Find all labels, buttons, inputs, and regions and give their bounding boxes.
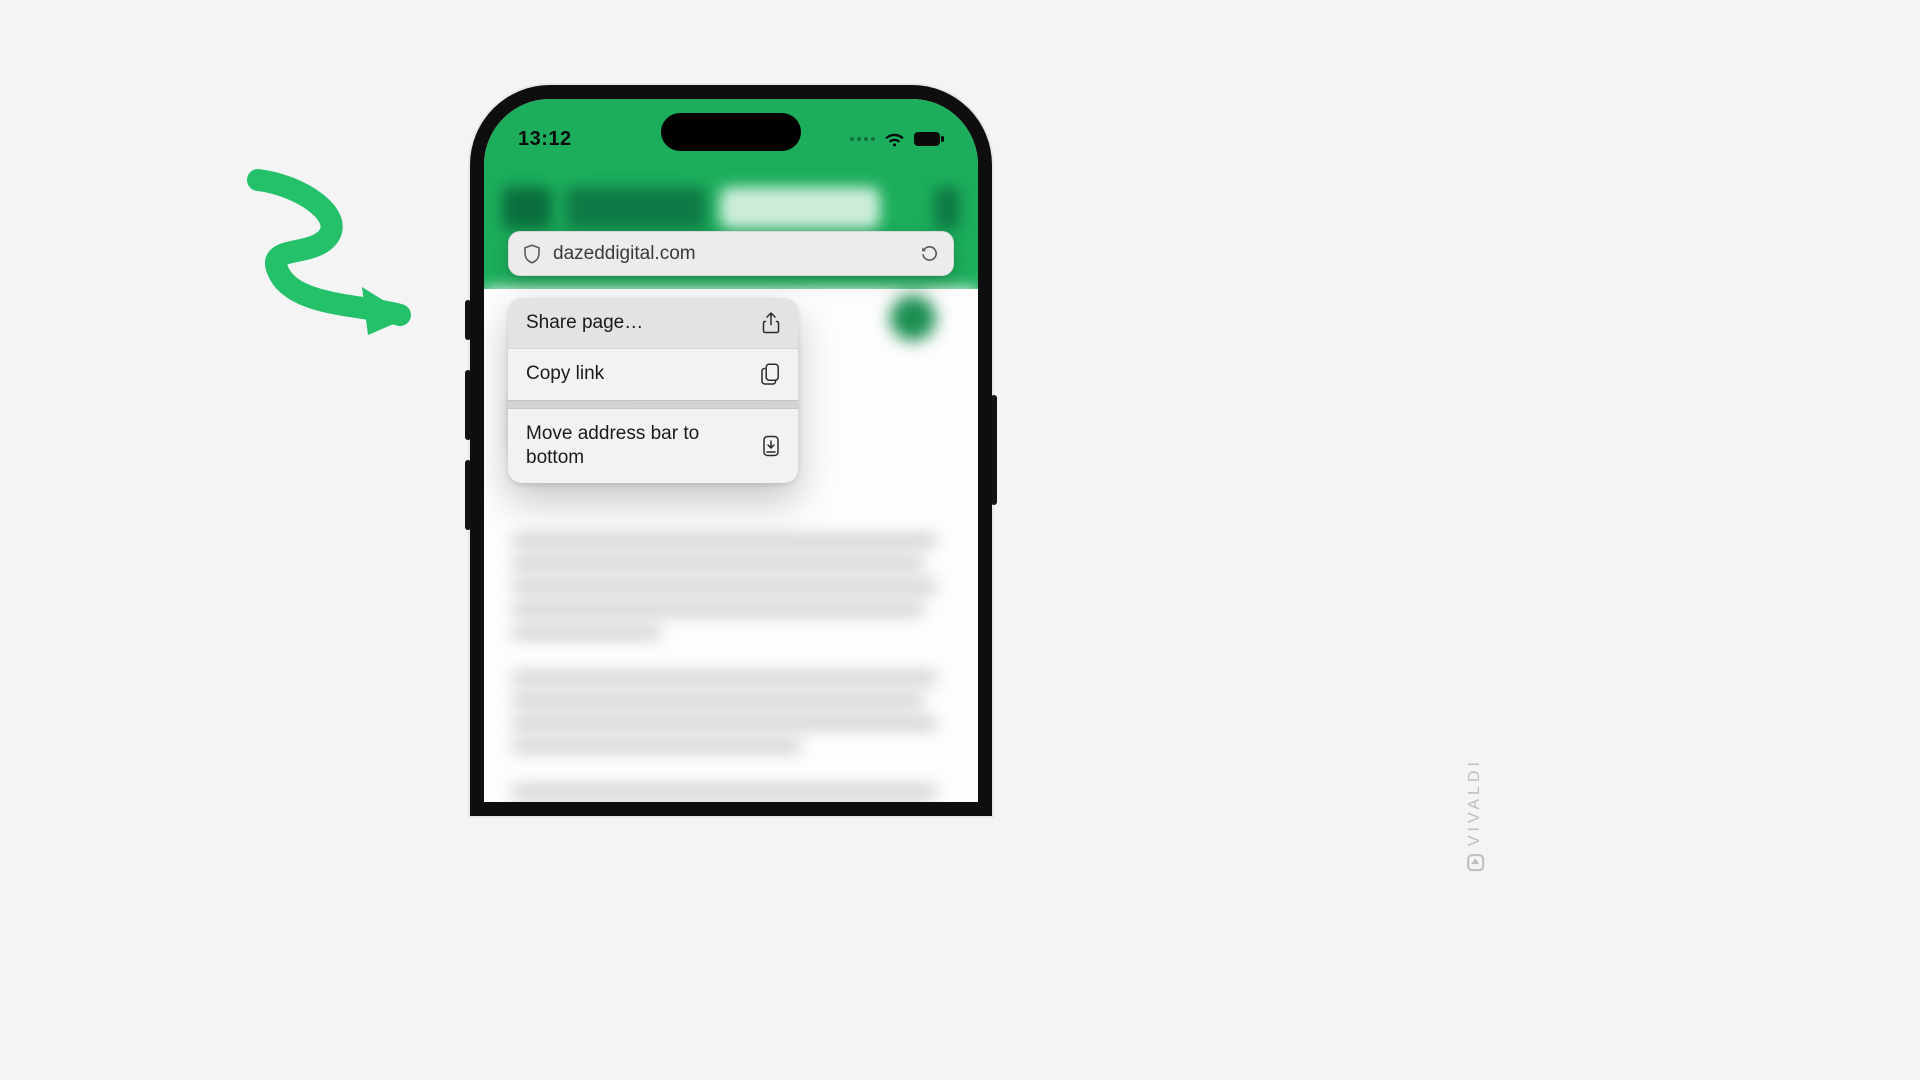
phone-volume-down [465,460,471,530]
wifi-icon [884,132,905,147]
vivaldi-watermark: VIVALDI [1466,758,1484,871]
address-bar-context-menu: Share page… Copy link Move address bar t… [508,298,798,483]
address-bar[interactable]: dazeddigital.com [508,231,954,276]
status-time: 13:12 [518,128,572,151]
phone-power-button [991,395,997,505]
vivaldi-wordmark: VIVALDI [1466,758,1484,846]
battery-icon [914,132,944,146]
move-to-bottom-icon [762,435,780,457]
menu-item-share-page[interactable]: Share page… [508,298,798,348]
phone-screen: 13:12 [484,99,978,802]
menu-item-copy-link[interactable]: Copy link [508,348,798,399]
phone-mockup: 13:12 [470,85,992,816]
phone-volume-up [465,370,471,440]
menu-item-label: Copy link [526,362,604,386]
menu-separator [508,400,798,409]
cellular-dots-icon [850,137,875,141]
annotation-arrow-icon [240,165,430,340]
menu-item-label: Move address bar to bottom [526,422,726,471]
copy-icon [761,363,780,385]
phone-mute-switch [465,300,471,340]
shield-icon [523,244,541,264]
vivaldi-logo-icon [1467,854,1484,871]
page-header-blur [502,187,960,229]
menu-item-label: Share page… [526,311,643,335]
share-icon [762,312,780,334]
address-url: dazeddigital.com [553,243,908,265]
reload-icon[interactable] [920,244,939,263]
menu-item-move-address-bar[interactable]: Move address bar to bottom [508,409,798,484]
dynamic-island [661,113,801,151]
